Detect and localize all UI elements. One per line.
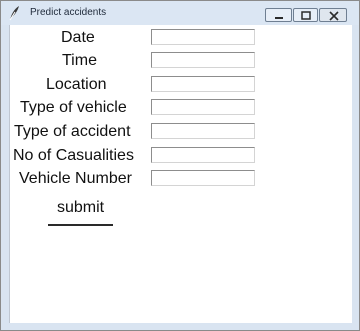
submit-button[interactable]: submit — [48, 192, 113, 226]
close-button[interactable] — [319, 8, 347, 22]
minimize-icon — [275, 17, 283, 19]
close-icon — [329, 11, 339, 21]
type-of-accident-field[interactable] — [151, 123, 255, 139]
maximize-button[interactable] — [293, 8, 318, 22]
maximize-icon — [301, 11, 311, 20]
time-field[interactable] — [151, 52, 255, 68]
label-vehicle-number: Vehicle Number — [19, 170, 132, 187]
location-field[interactable] — [151, 76, 255, 92]
label-time: Time — [62, 52, 97, 69]
window-title: Predict accidents — [30, 7, 107, 18]
app-window: Predict accidents Date Time Location Typ… — [0, 0, 360, 331]
vehicle-number-field[interactable] — [151, 170, 255, 186]
date-field[interactable] — [151, 29, 255, 45]
label-type-of-vehicle: Type of vehicle — [20, 99, 127, 116]
no-of-casualities-field[interactable] — [151, 147, 255, 163]
type-of-vehicle-field[interactable] — [151, 99, 255, 115]
feather-icon — [7, 5, 21, 21]
label-date: Date — [61, 29, 95, 46]
form-area: Date Time Location Type of vehicle Type … — [9, 25, 352, 323]
label-no-of-casualities: No of Casualities — [13, 147, 134, 164]
title-bar[interactable]: Predict accidents — [1, 1, 359, 25]
minimize-button[interactable] — [265, 8, 292, 22]
label-type-of-accident: Type of accident — [14, 123, 131, 140]
label-location: Location — [46, 76, 107, 93]
